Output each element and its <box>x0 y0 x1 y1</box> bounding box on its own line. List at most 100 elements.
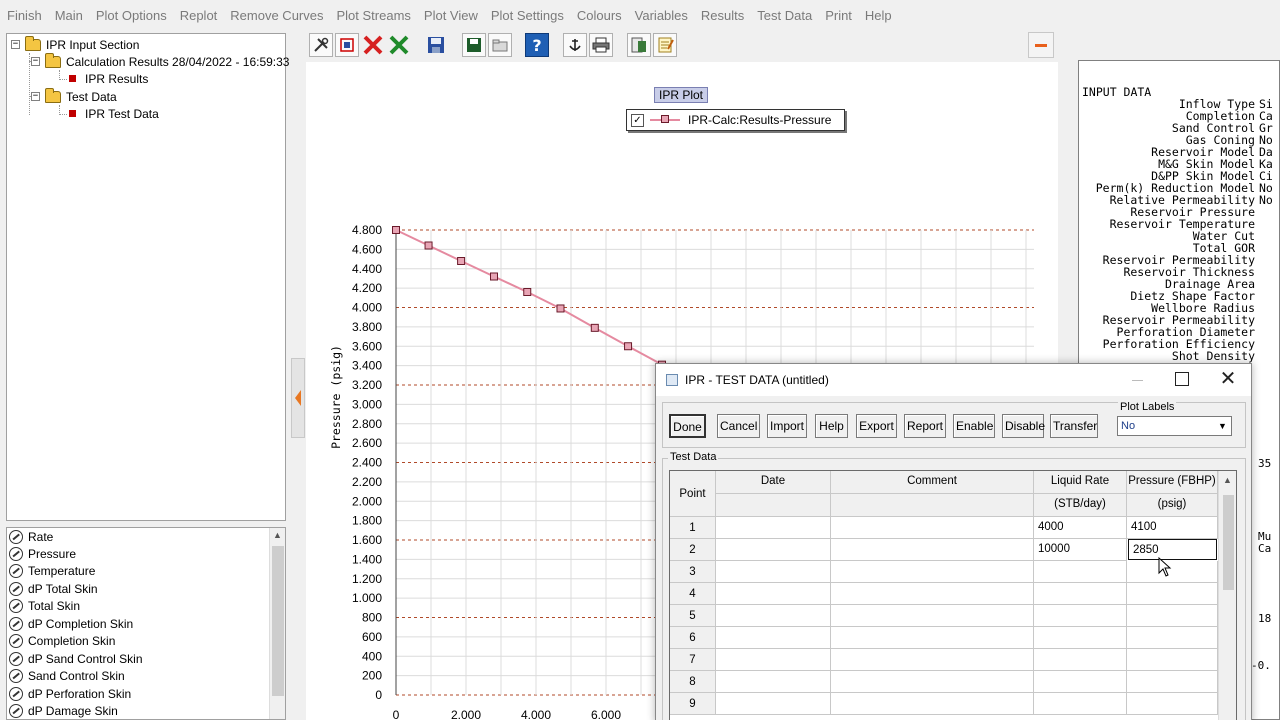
comment-cell[interactable] <box>831 649 1034 671</box>
date-cell[interactable] <box>716 627 831 649</box>
minimize-icon[interactable] <box>1128 372 1148 388</box>
menu-replot[interactable]: Replot <box>180 8 218 23</box>
variable-item-sand-control-skin[interactable]: Sand Control Skin <box>9 667 125 684</box>
date-cell[interactable] <box>716 649 831 671</box>
radio-icon[interactable] <box>9 581 23 596</box>
maximize-icon[interactable] <box>1175 372 1189 386</box>
radio-icon[interactable] <box>9 633 23 648</box>
scrollbar-thumb[interactable] <box>1223 495 1234 590</box>
pressure-cell[interactable]: 2850 <box>1128 539 1217 560</box>
tree-node-test-data[interactable]: − Test Data <box>31 87 117 105</box>
variable-item-temperature[interactable]: Temperature <box>9 562 95 579</box>
anchor-button[interactable] <box>563 33 587 57</box>
variable-item-completion-skin[interactable]: Completion Skin <box>9 632 115 649</box>
variable-item-dp-sand-control-skin[interactable]: dP Sand Control Skin <box>9 650 143 667</box>
pressure-cell[interactable] <box>1127 605 1218 627</box>
comment-cell[interactable] <box>831 561 1034 583</box>
comment-cell[interactable] <box>831 583 1034 605</box>
menu-plot-streams[interactable]: Plot Streams <box>336 8 410 23</box>
variables-scrollbar[interactable]: ▲ <box>269 528 285 719</box>
save-disk-button[interactable] <box>462 33 486 57</box>
radio-icon[interactable] <box>9 651 23 666</box>
menu-plot-view[interactable]: Plot View <box>424 8 478 23</box>
date-cell[interactable] <box>716 671 831 693</box>
radio-icon[interactable] <box>9 703 23 718</box>
export-button[interactable]: Export <box>856 414 897 438</box>
data-point[interactable] <box>490 272 498 281</box>
tree-node-calc-results[interactable]: − Calculation Results 28/04/2022 - 16:59… <box>31 52 289 70</box>
data-point[interactable] <box>556 304 565 313</box>
pressure-cell[interactable] <box>1127 583 1218 605</box>
tree-node-ipr-results[interactable]: IPR Results <box>69 70 148 87</box>
radio-icon[interactable] <box>9 529 23 544</box>
save-button[interactable] <box>424 33 448 57</box>
menu-remove-curves[interactable]: Remove Curves <box>230 8 323 23</box>
tools-button[interactable] <box>309 33 333 57</box>
legend-checkbox[interactable]: ✓ <box>631 113 644 127</box>
variable-item-dp-perforation-skin[interactable]: dP Perforation Skin <box>9 685 131 702</box>
comment-cell[interactable] <box>831 671 1034 693</box>
help-button[interactable]: ? <box>525 33 549 57</box>
clear-button[interactable] <box>387 33 411 57</box>
open-button[interactable] <box>488 33 512 57</box>
plot-labels-select[interactable]: No ▼ <box>1117 416 1232 436</box>
comment-cell[interactable] <box>831 539 1034 561</box>
liquid-rate-cell[interactable] <box>1034 583 1127 605</box>
menu-results[interactable]: Results <box>701 8 744 23</box>
collapse-icon[interactable]: − <box>31 57 40 66</box>
menu-colours[interactable]: Colours <box>577 8 622 23</box>
comment-cell[interactable] <box>831 605 1034 627</box>
close-icon[interactable]: ✕ <box>1218 368 1238 390</box>
done-button[interactable]: Done <box>669 414 706 438</box>
menu-plot-settings[interactable]: Plot Settings <box>491 8 564 23</box>
collapse-icon[interactable]: − <box>31 92 40 101</box>
data-point[interactable] <box>590 323 599 332</box>
date-cell[interactable] <box>716 517 831 539</box>
liquid-rate-cell[interactable]: 10000 <box>1034 539 1127 561</box>
pressure-cell[interactable] <box>1127 649 1218 671</box>
menu-help[interactable]: Help <box>865 8 892 23</box>
dialog-titlebar[interactable]: IPR - TEST DATA (untitled) ✕ <box>656 364 1251 396</box>
pressure-cell[interactable] <box>1127 561 1218 583</box>
transfer-button[interactable]: Transfer <box>1050 414 1098 438</box>
help-button[interactable]: Help <box>815 414 848 438</box>
pressure-cell[interactable] <box>1127 671 1218 693</box>
data-point[interactable] <box>523 288 532 296</box>
radio-icon[interactable] <box>9 616 23 631</box>
variable-item-pressure[interactable]: Pressure <box>9 545 76 562</box>
report-button[interactable] <box>627 33 651 57</box>
data-point[interactable] <box>424 241 433 250</box>
liquid-rate-cell[interactable] <box>1034 671 1127 693</box>
date-cell[interactable] <box>716 605 831 627</box>
liquid-rate-cell[interactable] <box>1034 627 1127 649</box>
data-point[interactable] <box>457 257 466 265</box>
report-button[interactable]: Report <box>904 414 946 438</box>
variable-item-rate[interactable]: Rate <box>9 528 53 545</box>
liquid-rate-cell[interactable] <box>1034 605 1127 627</box>
dropdown-arrow-icon[interactable]: ▼ <box>1215 418 1230 434</box>
comment-cell[interactable] <box>831 517 1034 539</box>
data-point[interactable] <box>624 342 633 351</box>
menu-finish[interactable]: Finish <box>7 8 42 23</box>
delete-button[interactable] <box>361 33 385 57</box>
radio-icon[interactable] <box>9 546 23 561</box>
pressure-cell[interactable] <box>1127 693 1218 715</box>
disable-button[interactable]: Disable <box>1002 414 1045 438</box>
liquid-rate-cell[interactable] <box>1034 693 1127 715</box>
minimize-plot-button[interactable] <box>1028 32 1054 58</box>
pressure-cell[interactable]: 4100 <box>1127 517 1218 539</box>
menu-main[interactable]: Main <box>55 8 83 23</box>
menu-test-data[interactable]: Test Data <box>757 8 812 23</box>
cancel-button[interactable]: Cancel <box>717 414 760 438</box>
menu-variables[interactable]: Variables <box>635 8 688 23</box>
radio-icon[interactable] <box>9 598 23 613</box>
liquid-rate-cell[interactable] <box>1034 561 1127 583</box>
notes-button[interactable] <box>653 33 677 57</box>
variable-item-total-skin[interactable]: Total Skin <box>9 597 80 614</box>
tree-node-ipr-input[interactable]: − IPR Input Section <box>11 35 139 53</box>
liquid-rate-cell[interactable] <box>1034 649 1127 671</box>
scroll-up-icon[interactable]: ▲ <box>1223 475 1232 485</box>
scrollbar-thumb[interactable] <box>272 546 284 696</box>
radio-icon[interactable] <box>9 668 23 683</box>
collapse-panel-handle[interactable] <box>291 358 305 438</box>
